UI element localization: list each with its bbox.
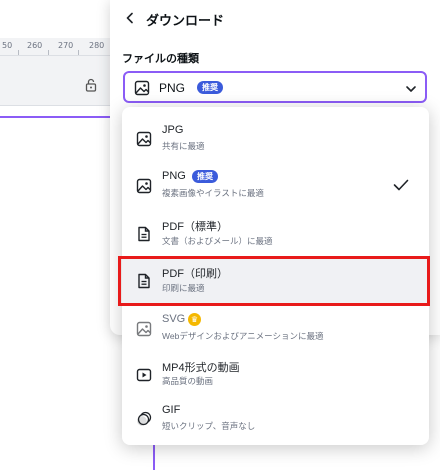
lock-icon[interactable] (84, 78, 98, 92)
menu-item-title: JPG (162, 124, 184, 136)
menu-item-mp4[interactable]: MP4形式の動画 高品質の動画 (122, 353, 429, 397)
ruler-label: 270 (58, 41, 74, 50)
file-type-menu: JPG 共有に最適 PNG 推奨 複素画像やイラストに最適 PDF（標準） 文書… (122, 107, 429, 445)
chevron-left-icon (126, 12, 133, 24)
menu-item-title: GIF (162, 404, 181, 416)
document-icon (136, 273, 152, 289)
crown-icon: ♛ (188, 313, 201, 326)
menu-item-subtitle: 共有に最適 (162, 141, 205, 151)
menu-item-title: PDF（印刷） (162, 268, 228, 280)
video-icon (136, 367, 152, 383)
menu-item-svg[interactable]: SVG ♛ Webデザインおよびアニメーションに最適 (122, 306, 429, 352)
image-icon (136, 321, 152, 337)
menu-item-title: MP4形式の動画 (162, 362, 240, 374)
menu-item-subtitle: 文書（およびメール）に最適 (162, 236, 273, 246)
menu-item-png[interactable]: PNG 推奨 複素画像やイラストに最適 (122, 163, 429, 209)
recommended-badge: 推奨 (192, 170, 218, 183)
file-type-label: ファイルの種類 (122, 53, 199, 65)
menu-item-title: SVG (162, 313, 186, 325)
menu-item-title: PNG (162, 170, 186, 182)
checkmark-icon (393, 178, 409, 197)
menu-item-subtitle: 高品質の動画 (162, 376, 214, 386)
menu-item-pdf-standard[interactable]: PDF（標準） 文書（およびメール）に最適 (122, 211, 429, 257)
panel-header: ダウンロード (110, 0, 440, 36)
selected-format: PNG (159, 81, 186, 95)
menu-item-jpg[interactable]: JPG 共有に最適 (122, 117, 429, 161)
ruler-label: 280 (89, 41, 105, 50)
recommended-badge: 推奨 (197, 81, 223, 94)
document-icon (136, 226, 152, 242)
menu-item-subtitle: 複素画像やイラストに最適 (162, 188, 264, 198)
image-icon (136, 178, 152, 194)
file-type-select[interactable]: PNG 推奨 (123, 71, 427, 103)
ruler-label: 50 (2, 41, 13, 50)
back-button[interactable] (120, 8, 140, 28)
menu-item-gif[interactable]: GIF 短いクリップ、音声なし (122, 398, 429, 442)
menu-item-subtitle: 短いクリップ、音声なし (162, 421, 256, 431)
menu-item-pdf-print[interactable]: PDF（印刷） 印刷に最適 (122, 258, 429, 304)
menu-item-subtitle: 印刷に最適 (162, 283, 205, 293)
ruler-label: 260 (27, 41, 43, 50)
image-icon (136, 131, 152, 147)
menu-item-subtitle: Webデザインおよびアニメーションに最適 (162, 331, 324, 341)
panel-title: ダウンロード (146, 13, 225, 28)
chevron-down-icon (405, 82, 417, 100)
image-icon (134, 80, 150, 101)
menu-item-title: PDF（標準） (162, 221, 228, 233)
gif-icon (136, 411, 152, 427)
